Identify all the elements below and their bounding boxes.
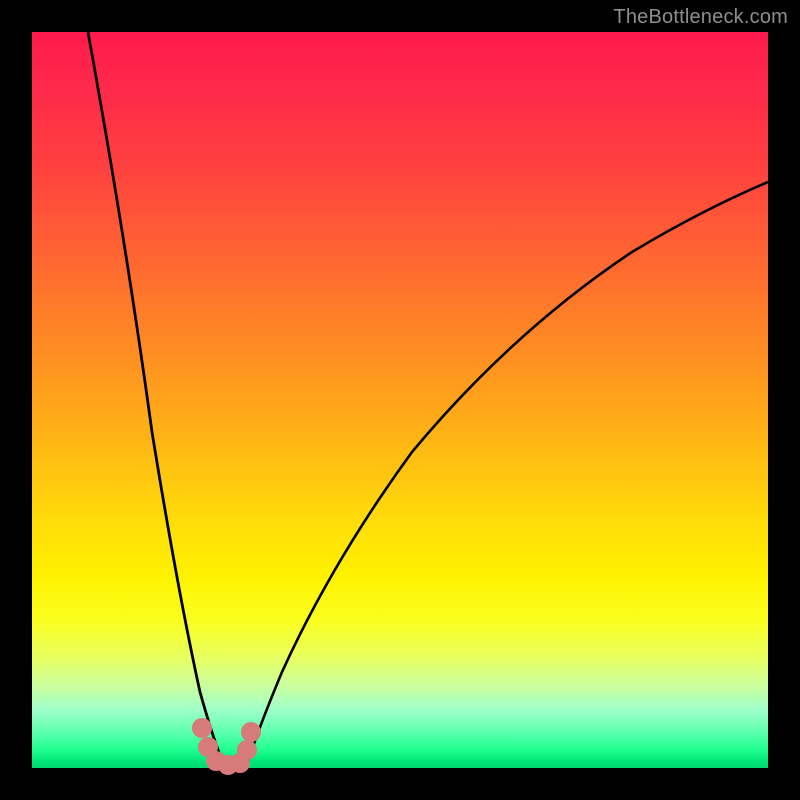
chart-plot-area xyxy=(32,32,768,768)
left-curve xyxy=(88,32,224,765)
chart-svg xyxy=(32,32,768,768)
marker-dot xyxy=(237,740,257,760)
marker-dot xyxy=(192,718,212,738)
chart-frame: TheBottleneck.com xyxy=(0,0,800,800)
watermark-text: TheBottleneck.com xyxy=(613,6,788,29)
marker-dot xyxy=(241,722,261,742)
right-curve xyxy=(247,182,768,765)
marker-group xyxy=(192,718,261,775)
